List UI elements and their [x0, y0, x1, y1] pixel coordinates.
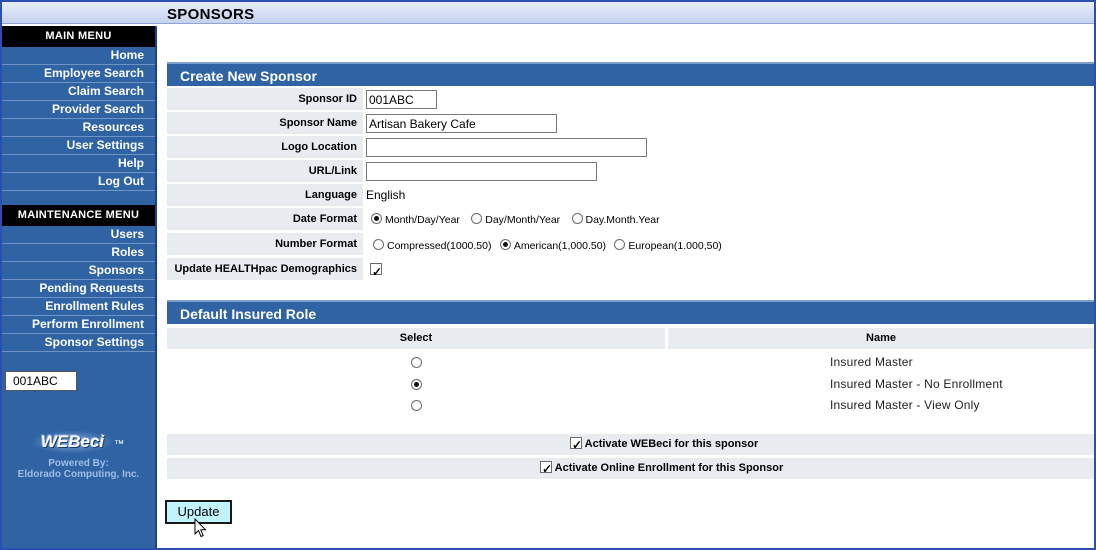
date-format-option[interactable]: Day/Month/Year [471, 213, 561, 226]
maintenance-menu: Users Roles Sponsors Pending Requests En… [2, 226, 155, 352]
sponsor-id-label: Sponsor ID [167, 88, 363, 110]
sponsor-id-row: Sponsor ID [167, 88, 1094, 111]
sidebar: MAIN MENU Home Employee Search Claim Sea… [2, 26, 155, 548]
menu-item-claim-search[interactable]: Claim Search [2, 83, 155, 101]
radio-button[interactable] [471, 213, 483, 224]
table-row: Insured Master - View Only [167, 395, 1094, 416]
current-sponsor-field[interactable]: 001ABC [5, 371, 77, 391]
date-format-row: Date Format Month/Day/Year Day/Month/Yea… [167, 208, 1094, 231]
number-format-options: Compressed(1000.50) American(1,000.50) E… [373, 234, 730, 256]
activate-webeci-label: Activate WEBeci for this sponsor [584, 438, 759, 450]
date-format-label: Date Format [167, 208, 363, 230]
number-format-option[interactable]: American(1,000.50) [499, 239, 607, 252]
logo-location-input[interactable] [366, 138, 647, 157]
role-radio[interactable] [411, 379, 422, 390]
logo-location-label: Logo Location [167, 136, 363, 158]
role-name: Insured Master [830, 355, 913, 369]
activate-webeci-checkbox[interactable] [570, 435, 582, 456]
activate-enrollment-label: Activate Online Enrollment for this Spon… [554, 462, 784, 474]
menu-item-pending-requests[interactable]: Pending Requests [2, 280, 155, 298]
menu-item-employee-search[interactable]: Employee Search [2, 65, 155, 83]
menu-item-enrollment-rules[interactable]: Enrollment Rules [2, 298, 155, 316]
sponsor-id-input[interactable] [366, 90, 437, 109]
role-table-header: Select Name [167, 328, 1094, 349]
mouse-pointer-icon [194, 518, 207, 538]
menu-item-user-settings[interactable]: User Settings [2, 137, 155, 155]
number-format-option-label: Compressed(1000.50) [387, 240, 492, 252]
radio-button[interactable] [371, 213, 382, 224]
logo-location-row: Logo Location [167, 136, 1094, 159]
menu-item-roles[interactable]: Roles [2, 244, 155, 262]
number-format-option[interactable]: Compressed(1000.50) [373, 239, 492, 252]
menu-item-resources[interactable]: Resources [2, 119, 155, 137]
page-title: SPONSORS [167, 6, 255, 23]
activate-enrollment-row: Activate Online Enrollment for this Spon… [167, 458, 1094, 480]
date-format-option-label: Month/Day/Year [385, 214, 460, 226]
radio-button[interactable] [614, 239, 626, 250]
language-value: English [366, 188, 406, 202]
sponsor-name-row: Sponsor Name [167, 112, 1094, 135]
col-select-header: Select [167, 328, 665, 349]
create-sponsor-heading: Create New Sponsor [167, 62, 1094, 86]
url-input[interactable] [366, 162, 597, 181]
radio-button[interactable] [571, 213, 583, 224]
webeci-logo: WEBeci ™ Powered By: Eldorado Computing, … [2, 431, 155, 480]
table-row: Insured Master - No Enrollment [167, 374, 1094, 395]
menu-item-help[interactable]: Help [2, 155, 155, 173]
main-menu: Home Employee Search Claim Search Provid… [2, 47, 155, 191]
menu-item-log-out[interactable]: Log Out [2, 173, 155, 191]
update-demographics-label: Update HEALTHpac Demographics [167, 258, 363, 280]
table-row: Insured Master [167, 352, 1094, 373]
powered-by-text: Powered By: Eldorado Computing, Inc. [2, 458, 155, 480]
sponsor-name-label: Sponsor Name [167, 112, 363, 134]
number-format-option-label: American(1,000.50) [513, 240, 607, 252]
language-row: Language English [167, 184, 1094, 207]
date-format-option-label: Day/Month/Year [485, 214, 561, 226]
update-demographics-checkbox[interactable] [370, 261, 382, 283]
update-demographics-row: Update HEALTHpac Demographics [167, 258, 1094, 283]
maintenance-menu-title: MAINTENANCE MENU [2, 205, 155, 226]
activate-webeci-option[interactable]: Activate WEBeci for this sponsor [570, 434, 759, 456]
url-label: URL/Link [167, 160, 363, 182]
role-name: Insured Master - No Enrollment [830, 377, 1003, 391]
menu-item-sponsors[interactable]: Sponsors [2, 262, 155, 280]
activate-enrollment-checkbox[interactable] [540, 459, 552, 480]
company-name: Eldorado Computing, Inc. [17, 469, 140, 480]
role-radio[interactable] [411, 400, 422, 411]
logo-mark: WEBeci [32, 431, 113, 453]
menu-item-provider-search[interactable]: Provider Search [2, 101, 155, 119]
powered-by-label: Powered By: [48, 458, 109, 469]
menu-item-perform-enrollment[interactable]: Perform Enrollment [2, 316, 155, 334]
date-format-option[interactable]: Day.Month.Year [571, 213, 660, 226]
logo-trademark: ™ [114, 439, 125, 450]
sponsor-name-input[interactable] [366, 114, 557, 133]
col-name-header: Name [668, 328, 1094, 349]
title-bar: SPONSORS [2, 2, 1094, 24]
number-format-option[interactable]: European(1.000,50) [614, 239, 722, 252]
radio-button[interactable] [499, 239, 511, 250]
update-demographics-value [370, 258, 382, 283]
date-format-option[interactable]: Month/Day/Year [371, 213, 460, 226]
number-format-label: Number Format [167, 233, 363, 255]
main-content: Create New Sponsor Sponsor ID Sponsor Na… [157, 26, 1094, 548]
activate-webeci-row: Activate WEBeci for this sponsor [167, 434, 1094, 456]
number-format-row: Number Format Compressed(1000.50) Americ… [167, 233, 1094, 256]
date-format-options: Month/Day/Year Day/Month/Year Day.Month.… [371, 208, 668, 230]
main-menu-title: MAIN MENU [2, 26, 155, 47]
menu-item-home[interactable]: Home [2, 47, 155, 65]
url-row: URL/Link [167, 160, 1094, 183]
default-role-heading: Default Insured Role [167, 300, 1094, 324]
role-name: Insured Master - View Only [830, 398, 980, 412]
number-format-option-label: European(1.000,50) [628, 240, 722, 252]
activate-enrollment-option[interactable]: Activate Online Enrollment for this Spon… [540, 458, 784, 480]
date-format-option-label: Day.Month.Year [585, 214, 660, 226]
menu-item-sponsor-settings[interactable]: Sponsor Settings [2, 334, 155, 352]
role-radio[interactable] [411, 357, 422, 368]
menu-item-users[interactable]: Users [2, 226, 155, 244]
radio-button[interactable] [373, 239, 384, 250]
language-label: Language [167, 184, 363, 206]
